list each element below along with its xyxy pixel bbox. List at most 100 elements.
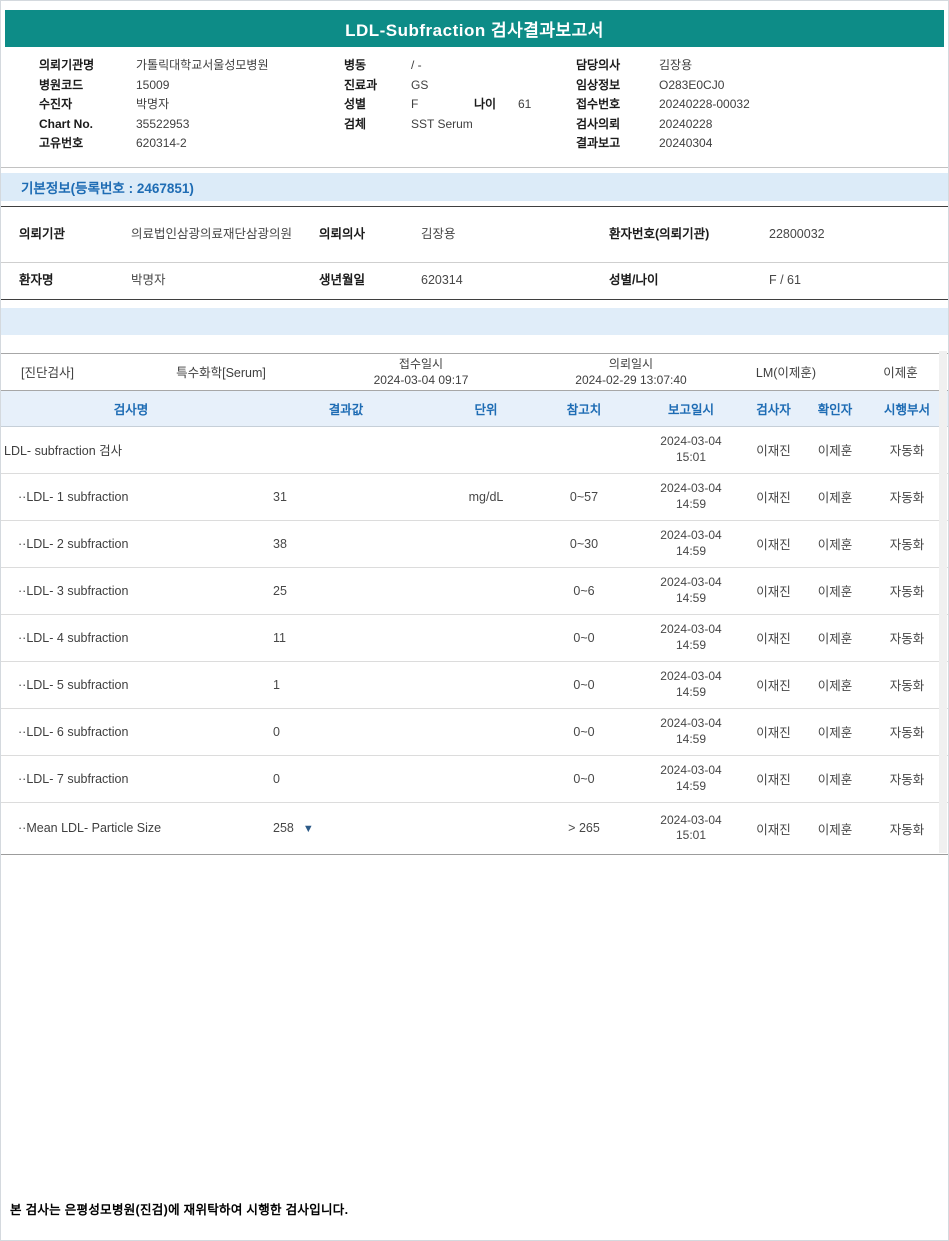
ref-range-cell: 0~0 — [573, 771, 595, 786]
report-datetime-cell: 2024-03-04 14:59 — [641, 575, 741, 606]
result-value: 25 — [273, 583, 287, 598]
header-field: 병원코드 15009 — [39, 76, 344, 96]
field-value: F — [411, 97, 419, 111]
result-cell: 11 — [261, 631, 431, 645]
header-field: 결과보고 20240304 — [576, 134, 948, 154]
header-info-left: 의뢰기관명 가톨릭대학교서울성모병원 병원코드 15009 수진자 박명자 Chart… — [1, 56, 344, 154]
test-name-cell: LDL- subfraction 검사 — [4, 444, 123, 458]
confirmer-cell: 이제훈 — [817, 773, 853, 787]
department-cell: 자동화 — [889, 585, 925, 599]
col-header-test-name: 검사명 — [113, 402, 149, 417]
report-page: LDL-Subfraction 검사결과보고서 의뢰기관명 가톨릭대학교서울성모병… — [0, 0, 949, 1241]
field-label: Chart No. — [39, 116, 93, 131]
exam-meta-row: [진단검사] 특수화학[Serum] 접수일시 2024-03-04 09:17… — [1, 352, 948, 391]
field-label: 접수번호 — [576, 97, 621, 111]
result-row: ··LDL- 7 subfraction 0 0~0 2024-03-04 14:… — [1, 756, 948, 803]
field-label: 성별 — [344, 97, 367, 111]
header-field: 접수번호 20240228-00032 — [576, 95, 948, 115]
report-datetime-cell: 2024-03-04 14:59 — [641, 528, 741, 559]
header-field: 의뢰기관명 가톨릭대학교서울성모병원 — [39, 56, 344, 76]
header-info-middle: 병동 / - 진료과 GS 성별 F 나이 61 검체 SST Serum — [344, 56, 576, 154]
table-row: 의뢰기관 의료법인삼광의료재단삼광의원 의뢰의사 김장용 환자번호(의뢰기관) … — [1, 207, 948, 263]
table-row: 환자명 박명자 생년월일 620314 성별/나이 F / 61 — [1, 263, 948, 299]
ref-range-cell: 0~0 — [573, 724, 595, 739]
test-name-cell: ··LDL- 4 subfraction — [18, 630, 129, 645]
header-field: 진료과 GS — [344, 76, 576, 96]
tester-cell: 이재진 — [756, 491, 791, 505]
results-table-header: 검사명 결과값 단위 참고치 보고일시 검사자 확인자 시행부서 — [1, 390, 948, 427]
report-datetime-cell: 2024-03-04 14:59 — [641, 622, 741, 653]
result-row: ··LDL- 1 subfraction 31 mg/dL 0~57 2024-… — [1, 474, 948, 521]
col-header-ref-range: 참고치 — [566, 402, 602, 417]
result-value: 1 — [273, 677, 280, 692]
header-field: 검체 SST Serum — [344, 115, 576, 135]
result-cell — [261, 443, 431, 457]
col-header-report-datetime: 보고일시 — [667, 402, 714, 417]
field-value: 61 — [518, 97, 532, 111]
result-cell: 1 — [261, 678, 431, 692]
header-field: 성별 F 나이 61 — [344, 95, 576, 115]
result-row: ··LDL- 2 subfraction 38 0~30 2024-03-04 1… — [1, 521, 948, 568]
field-label: 의뢰의사 — [319, 226, 366, 241]
field-label: 임상정보 — [576, 77, 621, 92]
ref-range-cell: 0~57 — [569, 489, 599, 504]
ref-range-cell: 0~0 — [573, 630, 595, 645]
field-label: 환자명 — [19, 273, 54, 287]
header-divider — [1, 166, 948, 168]
report-title-bar: LDL-Subfraction 검사결과보고서 — [5, 10, 944, 47]
report-datetime-cell: 2024-03-04 15:01 — [641, 813, 741, 844]
report-time: 14:59 — [675, 778, 707, 793]
col-header-department: 시행부서 — [883, 402, 930, 417]
field-label: 병원코드 — [39, 77, 84, 92]
confirmer-cell: 이제훈 — [817, 585, 853, 599]
report-time: 15:01 — [675, 828, 707, 842]
result-value: 258 — [273, 821, 294, 835]
report-date: 2024-03-04 — [660, 812, 722, 827]
tester-cell: 이재진 — [756, 726, 791, 740]
request-value: 2024-02-29 13:07:40 — [575, 372, 687, 387]
field-label: 담당의사 — [576, 58, 621, 72]
unit-cell: mg/dL — [468, 489, 504, 504]
receipt-value: 2024-03-04 09:17 — [373, 372, 469, 387]
report-time: 14:59 — [675, 590, 707, 605]
field-label: 결과보고 — [576, 136, 621, 150]
field-label: 검체 — [344, 116, 367, 131]
patient-info-table: 의뢰기관 의료법인삼광의료재단삼광의원 의뢰의사 김장용 환자번호(의뢰기관) … — [1, 205, 948, 300]
report-datetime-cell: 2024-03-04 14:59 — [641, 669, 741, 700]
tester-cell: 이재진 — [756, 585, 791, 599]
result-row: ··LDL- 4 subfraction 11 0~0 2024-03-04 14… — [1, 615, 948, 662]
field-value: F / 61 — [769, 273, 801, 287]
result-cell: 0 — [261, 772, 431, 786]
field-value: GS — [411, 77, 429, 92]
results-table-body: LDL- subfraction 검사 2024-03-04 15:01 이재진 … — [1, 427, 948, 855]
empty-section-band — [1, 307, 948, 335]
report-datetime-cell: 2024-03-04 14:59 — [641, 716, 741, 747]
report-title: LDL-Subfraction 검사결과보고서 — [345, 21, 604, 40]
header-field: Chart No. 35522953 — [39, 115, 344, 135]
confirmer-cell: 이제훈 — [817, 632, 853, 646]
report-date: 2024-03-04 — [660, 669, 722, 683]
field-value: 박명자 — [131, 273, 166, 287]
result-value: 0 — [273, 771, 280, 786]
exam-category: [진단검사] — [21, 366, 74, 380]
department-cell: 자동화 — [889, 726, 925, 740]
result-cell: 31 — [261, 490, 431, 504]
report-time: 14:59 — [675, 684, 707, 699]
report-time: 14:59 — [675, 731, 707, 746]
scrollbar[interactable] — [939, 351, 947, 853]
test-name-cell: ··LDL- 5 subfraction — [18, 677, 129, 692]
low-flag-icon: ▼ — [302, 823, 314, 835]
col-header-confirmer: 확인자 — [817, 402, 853, 417]
report-datetime-cell: 2024-03-04 15:01 — [641, 434, 741, 465]
reporter-name: 이제훈 — [883, 366, 918, 380]
field-value: 620314-2 — [136, 136, 187, 150]
field-value: 가톨릭대학교서울성모병원 — [136, 58, 269, 72]
tester-cell: 이재진 — [756, 679, 791, 693]
field-label: 성별/나이 — [609, 273, 659, 287]
test-name-cell: ··LDL- 3 subfraction — [18, 583, 129, 598]
report-date: 2024-03-04 — [660, 528, 722, 542]
report-date: 2024-03-04 — [660, 434, 722, 448]
field-value: 15009 — [136, 77, 170, 92]
report-time: 14:59 — [675, 496, 707, 511]
field-value: / - — [411, 58, 422, 72]
